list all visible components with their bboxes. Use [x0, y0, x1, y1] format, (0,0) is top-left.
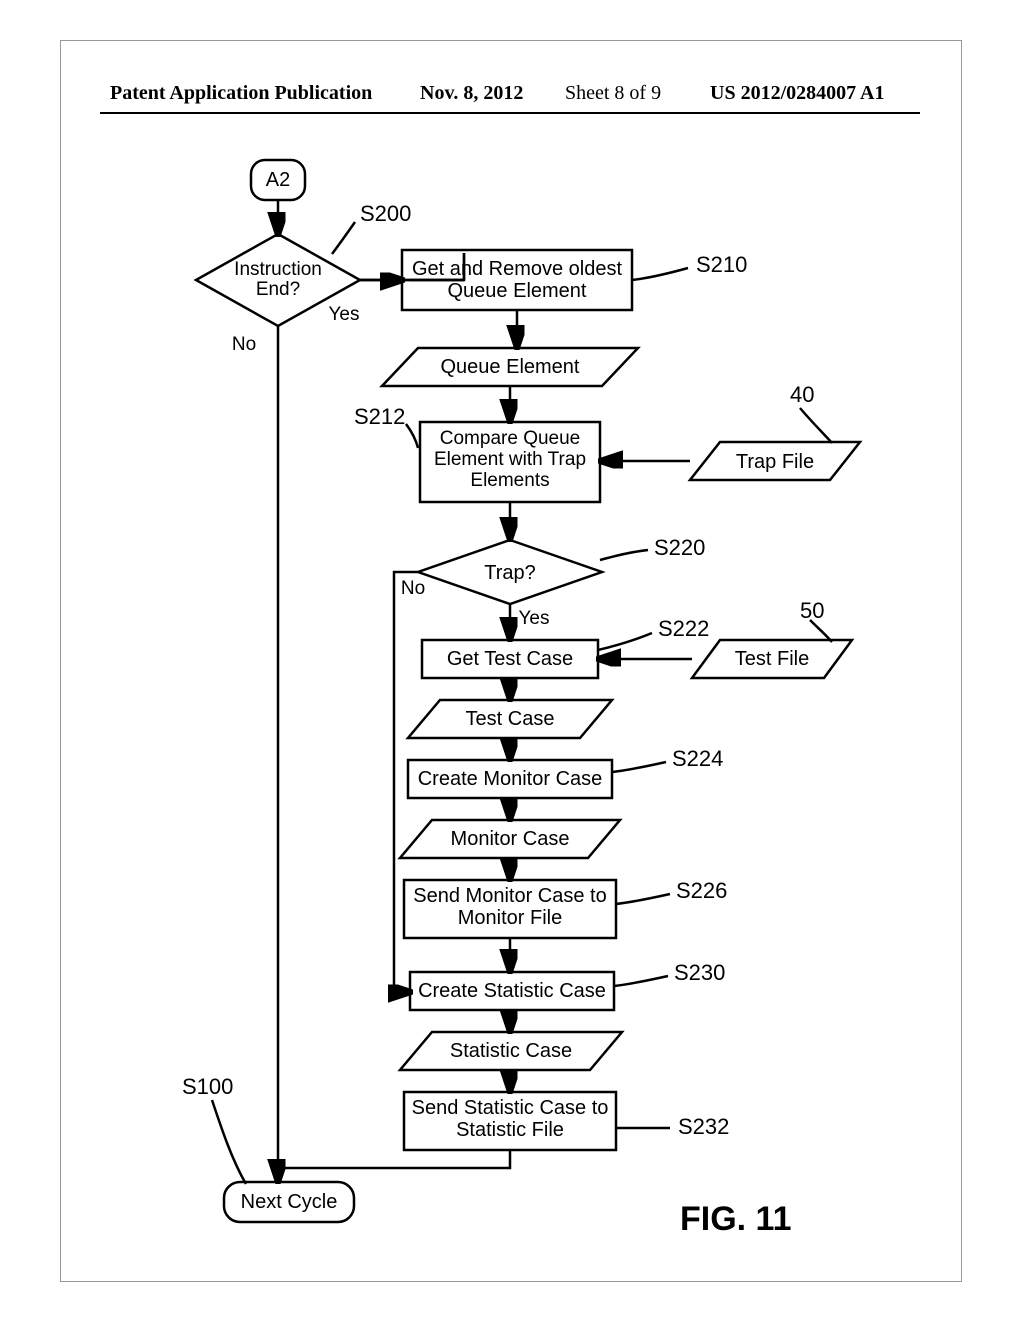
s226-text-1: Send Monitor Case to	[413, 885, 606, 907]
s210-text-1: Get and Remove oldest	[412, 258, 623, 280]
s230-text: Create Statistic Case	[418, 980, 606, 1002]
data-test-file-text: Test File	[735, 648, 809, 670]
s220-yes: Yes	[519, 608, 550, 629]
s200-label: S200	[360, 201, 411, 226]
trap-file-40: 40	[790, 382, 814, 407]
s100-label: S100	[182, 1074, 233, 1099]
data-statistic-case-text: Statistic Case	[450, 1040, 572, 1062]
s226-text-2: Monitor File	[458, 907, 562, 929]
next-cycle-text: Next Cycle	[241, 1191, 338, 1213]
data-queue-element-text: Queue Element	[441, 356, 580, 378]
test-file-50: 50	[800, 598, 824, 623]
s222-text: Get Test Case	[447, 648, 573, 670]
s212-text-1: Compare Queue	[440, 428, 580, 449]
s220-label: S220	[654, 535, 705, 560]
s210-label: S210	[696, 252, 747, 277]
s210-text-2: Queue Element	[448, 280, 587, 302]
data-test-case-text: Test Case	[466, 708, 555, 730]
data-trap-file-text: Trap File	[736, 451, 814, 473]
figure-label: FIG. 11	[680, 1200, 792, 1238]
s232-text-1: Send Statistic Case to	[412, 1097, 609, 1119]
flowchart: A2 Instruction End? S200 Yes No Get and …	[0, 0, 1024, 1320]
s212-text-3: Elements	[470, 470, 549, 491]
data-monitor-case-text: Monitor Case	[451, 828, 570, 850]
s212-text-2: Element with Trap	[434, 449, 586, 470]
s222-label: S222	[658, 616, 709, 641]
s212-label: S212	[354, 404, 405, 429]
s232-text-2: Statistic File	[456, 1119, 564, 1141]
s224-label: S224	[672, 746, 723, 771]
decision-s200-text-1: Instruction	[234, 259, 322, 280]
decision-s200-text-2: End?	[256, 279, 300, 300]
s220-text: Trap?	[484, 562, 536, 584]
s226-label: S226	[676, 878, 727, 903]
s224-text: Create Monitor Case	[418, 768, 603, 790]
s232-label: S232	[678, 1114, 729, 1139]
s230-label: S230	[674, 960, 725, 985]
connector-a2-label: A2	[266, 169, 290, 191]
s200-no: No	[232, 334, 256, 355]
s200-yes: Yes	[329, 304, 360, 325]
s220-no: No	[401, 578, 425, 599]
